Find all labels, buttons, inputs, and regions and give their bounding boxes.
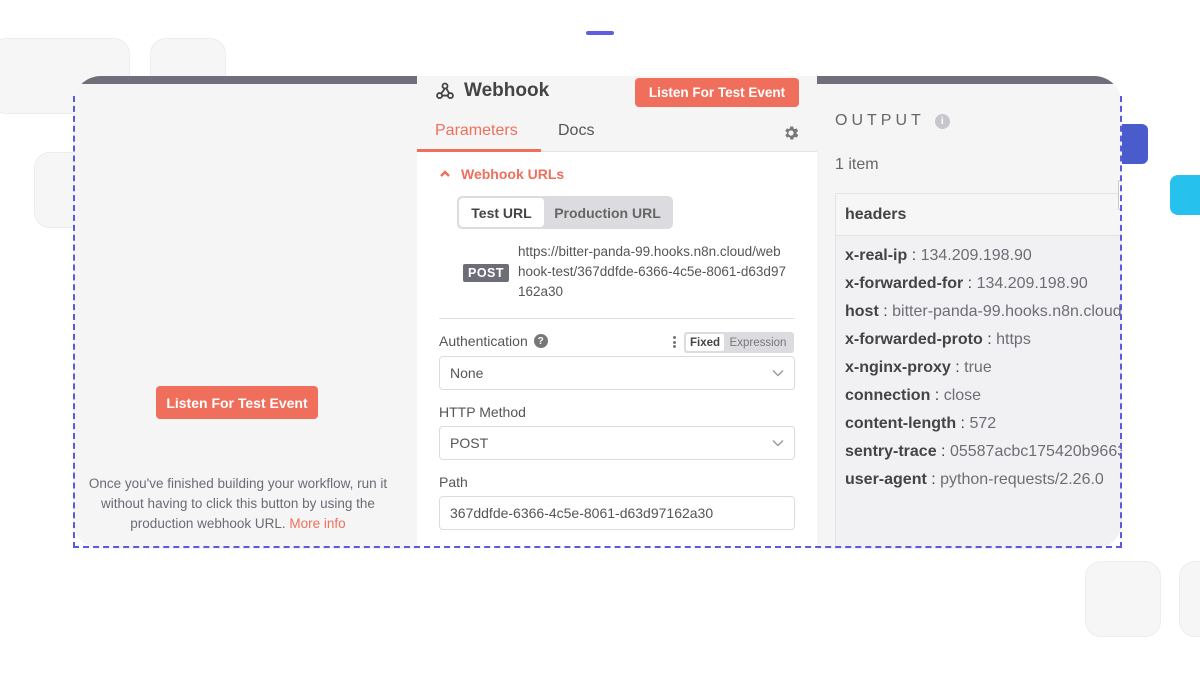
listen-for-test-event-button[interactable]: Listen For Test Event <box>156 386 318 419</box>
decorative-dash <box>586 31 614 35</box>
header-row: x-nginx-proxy : true <box>845 359 992 376</box>
authentication-label: Authentication ? <box>439 333 548 349</box>
fixed-expression-toggle: Fixed Expression <box>684 332 794 353</box>
info-icon[interactable]: i <box>934 113 950 129</box>
tab-docs[interactable]: Docs <box>558 122 594 140</box>
background-tile <box>1179 561 1200 637</box>
header-listen-button[interactable]: Listen For Test Event <box>635 78 799 107</box>
active-tab-indicator <box>417 149 541 152</box>
production-url-hint: Once you've finished building your workf… <box>77 474 399 534</box>
more-options-icon[interactable] <box>671 334 677 350</box>
node-editor-window: Listen For Test Event Once you've finish… <box>73 76 1122 549</box>
webhook-url[interactable]: https://bitter-panda-99.hooks.n8n.cloud/… <box>518 242 788 302</box>
header-row: sentry-trace : 05587acbc175420b966305a2-… <box>845 443 1122 460</box>
fixed-option[interactable]: Fixed <box>686 334 724 351</box>
tab-parameters[interactable]: Parameters <box>435 122 518 140</box>
webhook-urls-label: Webhook URLs <box>461 166 565 182</box>
chevron-down-icon <box>772 370 784 377</box>
header-row: connection : close <box>845 387 982 404</box>
output-pane: OUTPUT i 1 item headers x-real-ip : 134.… <box>817 84 1122 549</box>
authentication-value: None <box>450 365 484 381</box>
output-title-text: OUTPUT <box>835 112 925 129</box>
chevron-down-icon <box>772 440 784 447</box>
gear-icon[interactable] <box>782 124 800 142</box>
method-badge: POST <box>463 264 510 282</box>
test-url-option[interactable]: Test URL <box>459 198 544 227</box>
webhook-urls-toggle[interactable]: Webhook URLs <box>439 166 564 182</box>
node-header: Webhook Listen For Test Event Parameters… <box>417 76 817 152</box>
headers-list: x-real-ip : 134.209.198.90 x-forwarded-f… <box>836 236 1122 494</box>
header-row: user-agent : python-requests/2.26.0 <box>845 471 1104 488</box>
header-row: host : bitter-panda-99.hooks.n8n.cloud <box>845 303 1122 320</box>
headers-group-title: headers <box>836 194 1122 236</box>
path-input[interactable]: 367ddfde-6366-4c5e-8061-d63d97162a30 <box>439 496 795 530</box>
http-method-value: POST <box>450 435 489 451</box>
parameters-pane: Webhook Listen For Test Event Parameters… <box>417 76 817 549</box>
divider <box>439 318 795 319</box>
header-row: content-length : 572 <box>845 415 997 432</box>
input-pane: Listen For Test Event Once you've finish… <box>73 84 417 549</box>
webhook-icon <box>436 82 454 99</box>
output-json-panel: headers x-real-ip : 134.209.198.90 x-for… <box>835 193 1122 549</box>
http-method-select[interactable]: POST <box>439 426 795 460</box>
help-icon[interactable]: ? <box>533 334 548 348</box>
output-title: OUTPUT i <box>835 112 950 130</box>
more-info-link[interactable]: More info <box>289 516 345 531</box>
authentication-label-text: Authentication <box>439 333 528 349</box>
scrollbar[interactable] <box>1118 180 1122 210</box>
background-tile <box>1085 561 1161 637</box>
http-method-label: HTTP Method <box>439 404 526 420</box>
production-url-option[interactable]: Production URL <box>544 198 671 227</box>
parameter-tabs: Parameters Docs <box>417 116 817 152</box>
expression-option[interactable]: Expression <box>724 334 792 351</box>
header-row: x-real-ip : 134.209.198.90 <box>845 247 1032 264</box>
url-type-switch: Test URL Production URL <box>457 196 673 229</box>
node-title-text: Webhook <box>464 80 550 101</box>
chevron-up-icon <box>440 170 450 177</box>
decorative-block <box>1170 175 1200 215</box>
header-row: x-forwarded-for : 134.209.198.90 <box>845 275 1088 292</box>
authentication-select[interactable]: None <box>439 356 795 390</box>
node-title: Webhook <box>435 80 549 102</box>
path-label: Path <box>439 474 468 490</box>
item-count: 1 item <box>835 156 879 173</box>
header-row: x-forwarded-proto : https <box>845 331 1031 348</box>
